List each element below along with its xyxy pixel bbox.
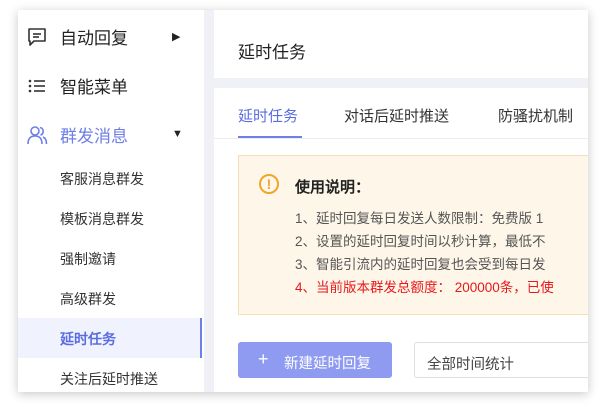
tab-post-chat-delay-push[interactable]: 对话后延时推送 [344, 105, 449, 126]
tab-bar: 延时任务 对话后延时推送 防骚扰机制 [214, 88, 588, 139]
sidebar-item-label: 智能菜单 [60, 77, 128, 97]
sidebar-subitem-cs-mass[interactable]: 客服消息群发 [18, 158, 202, 198]
list-icon [28, 79, 45, 93]
plus-icon: + [258, 349, 269, 369]
app-window: 自动回复 ▶ 智能菜单 群发消息 ▼ 客服消息群发 模板消息群发 强制邀请 高级… [18, 10, 588, 392]
sidebar-subitem-label: 关注后延时推送 [60, 371, 158, 387]
active-tab-indicator [238, 136, 302, 138]
page-title: 延时任务 [238, 43, 306, 62]
sidebar-subitem-label: 高级群发 [60, 291, 116, 307]
notice-line: 3、智能引流内的延时回复也会受到每日发 [295, 257, 546, 272]
notice-line: 1、延时回复每日发送人数限制：免费版 1 [295, 211, 544, 226]
sidebar-subitem-delay-task[interactable]: 延时任务 [18, 318, 202, 358]
sidebar-subitem-label: 强制邀请 [60, 251, 116, 267]
sidebar-subitem-advanced-mass[interactable]: 高级群发 [18, 278, 202, 318]
notice-title: 使用说明： [295, 179, 371, 196]
button-label: 新建延时回复 [284, 356, 371, 372]
sidebar-subitem-label: 延时任务 [60, 331, 116, 347]
time-filter-select[interactable]: 全部时间统计 [414, 342, 588, 378]
warning-icon: ! [259, 174, 279, 194]
sidebar-item-label: 群发消息 [60, 126, 128, 146]
sidebar-item-smart-menu[interactable]: 智能菜单 [18, 63, 204, 107]
page-header: 延时任务 [214, 10, 588, 78]
tab-anti-harassment[interactable]: 防骚扰机制 [498, 105, 573, 126]
notice-line-quota: 4、当前版本群发总额度： 200000条，已使 [295, 280, 554, 295]
sidebar-item-mass-message[interactable]: 群发消息 ▼ [18, 112, 204, 156]
sidebar-subitem-label: 客服消息群发 [60, 171, 144, 187]
notice-line: 2、设置的延时回复时间以秒计算，最低不 [295, 234, 546, 249]
sidebar-subitem-template-mass[interactable]: 模板消息群发 [18, 198, 202, 238]
message-icon [28, 28, 46, 46]
users-icon [27, 126, 48, 145]
usage-notice: ! 使用说明： 1、延时回复每日发送人数限制：免费版 1 2、设置的延时回复时间… [238, 155, 588, 315]
main-panel: 延时任务 对话后延时推送 防骚扰机制 ! 使用说明： 1、延时回复每日发送人数限… [214, 88, 588, 392]
sidebar-item-auto-reply[interactable]: 自动回复 ▶ [18, 14, 204, 58]
sidebar: 自动回复 ▶ 智能菜单 群发消息 ▼ 客服消息群发 模板消息群发 强制邀请 高级… [18, 10, 204, 392]
sidebar-subitem-label: 模板消息群发 [60, 211, 144, 227]
sidebar-subitem-follow-delay-push[interactable]: 关注后延时推送 [18, 358, 202, 392]
sidebar-subitem-force-invite[interactable]: 强制邀请 [18, 238, 202, 278]
sidebar-item-label: 自动回复 [60, 28, 128, 48]
caret-right-icon: ▶ [172, 30, 181, 43]
select-value: 全部时间统计 [427, 357, 514, 373]
tab-delay-task[interactable]: 延时任务 [238, 105, 298, 126]
caret-down-icon: ▼ [172, 128, 183, 140]
new-delay-reply-button[interactable]: + 新建延时回复 [238, 342, 392, 378]
